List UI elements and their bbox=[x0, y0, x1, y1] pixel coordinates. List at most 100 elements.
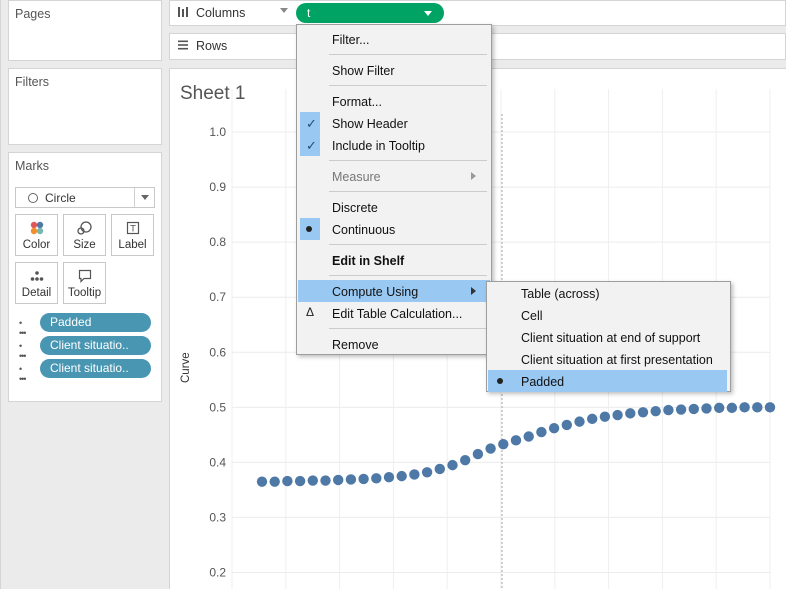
menu-item-format[interactable]: Format... bbox=[298, 90, 490, 112]
pages-title: Pages bbox=[15, 7, 51, 21]
submenu-item-cell[interactable]: Cell bbox=[488, 304, 727, 326]
menu-item-include-tooltip[interactable]: ✓ Include in Tooltip bbox=[298, 134, 490, 156]
detail-encoding-icon: • ••• bbox=[19, 341, 27, 361]
svg-text:T: T bbox=[129, 225, 136, 235]
menu-item-label: Compute Using bbox=[332, 285, 419, 299]
menu-item-measure: Measure bbox=[298, 165, 490, 187]
menu-item-show-filter[interactable]: Show Filter bbox=[298, 59, 490, 81]
data-point bbox=[523, 431, 534, 442]
menu-item-label: Discrete bbox=[332, 201, 378, 215]
submenu-item-label: Client situation at end of support bbox=[521, 331, 701, 345]
menu-item-label: Continuous bbox=[332, 223, 396, 237]
data-point bbox=[612, 409, 623, 421]
tooltip-button-label: Tooltip bbox=[67, 287, 102, 299]
columns-label: Columns bbox=[196, 6, 246, 20]
detail-encoding-icon: • ••• bbox=[19, 364, 27, 384]
menu-separator bbox=[329, 191, 487, 192]
label-button-label: Label bbox=[118, 239, 147, 251]
checkbox-checked: ✓ bbox=[300, 134, 320, 156]
label-button[interactable]: T Label bbox=[111, 214, 154, 256]
bullet-icon bbox=[497, 378, 503, 384]
columns-shelf[interactable]: Columns bbox=[169, 0, 786, 26]
menu-item-label: Edit in Shelf bbox=[332, 254, 405, 268]
menu-item-label: Edit Table Calculation... bbox=[332, 307, 463, 321]
data-point bbox=[714, 402, 725, 414]
data-point bbox=[333, 474, 344, 486]
y-tick-label: 1.0 bbox=[209, 125, 226, 139]
dropdown-separator bbox=[134, 188, 135, 207]
data-point bbox=[447, 459, 458, 471]
check-icon: ✓ bbox=[306, 138, 317, 153]
data-point bbox=[498, 439, 509, 450]
data-point bbox=[688, 403, 699, 415]
data-point bbox=[485, 443, 496, 454]
detail-button-label: Detail bbox=[21, 287, 52, 299]
color-button[interactable]: Color bbox=[15, 214, 58, 256]
compute-using-submenu: Table (across) Cell Client situation at … bbox=[486, 281, 731, 392]
menu-item-label: Show Header bbox=[332, 117, 408, 131]
menu-item-label: Show Filter bbox=[332, 64, 395, 78]
y-axis-ticks: 0.2 0.3 0.4 0.5 0.6 0.7 0.8 0.9 1.0 bbox=[209, 125, 226, 579]
field-pill-client-situation-2[interactable]: Client situatio.. bbox=[40, 359, 151, 378]
menu-item-label: Measure bbox=[332, 170, 381, 184]
y-tick-label: 0.6 bbox=[209, 345, 226, 359]
tooltip-icon bbox=[64, 268, 105, 284]
menu-item-show-header[interactable]: ✓ Show Header bbox=[298, 112, 490, 134]
submenu-item-client-end[interactable]: Client situation at end of support bbox=[488, 326, 727, 348]
submenu-item-table-across[interactable]: Table (across) bbox=[488, 282, 727, 304]
data-point bbox=[625, 408, 636, 419]
menu-separator bbox=[329, 54, 487, 55]
checkbox-checked: ✓ bbox=[300, 112, 320, 134]
submenu-item-padded[interactable]: Padded bbox=[488, 370, 727, 392]
size-button[interactable]: Size bbox=[63, 214, 106, 256]
columns-icon bbox=[177, 6, 189, 21]
menu-item-label: Filter... bbox=[332, 33, 370, 47]
data-point bbox=[269, 476, 280, 487]
menu-separator bbox=[329, 244, 487, 245]
data-point bbox=[675, 404, 687, 415]
detail-button[interactable]: Detail bbox=[15, 262, 58, 304]
tooltip-button[interactable]: Tooltip bbox=[63, 262, 106, 304]
columns-pill-label: t bbox=[307, 6, 311, 20]
data-point bbox=[701, 403, 712, 414]
menu-item-compute-using[interactable]: Compute Using bbox=[298, 280, 490, 302]
menu-item-filter[interactable]: Filter... bbox=[298, 28, 490, 50]
menu-separator bbox=[329, 275, 487, 276]
delta-icon: Δ bbox=[306, 305, 315, 319]
y-tick-label: 0.7 bbox=[209, 290, 226, 304]
menu-item-continuous[interactable]: Continuous bbox=[298, 218, 490, 240]
mark-type-dropdown[interactable]: Circle bbox=[15, 187, 155, 208]
data-point bbox=[256, 476, 268, 487]
submenu-item-client-first[interactable]: Client situation at first presentation bbox=[488, 348, 727, 370]
field-pill-label: Client situatio.. bbox=[50, 338, 129, 352]
y-tick-label: 0.3 bbox=[209, 510, 226, 524]
field-pill-padded[interactable]: Padded bbox=[40, 313, 151, 332]
data-point bbox=[536, 426, 547, 438]
menu-item-remove[interactable]: Remove bbox=[298, 333, 490, 355]
filters-title: Filters bbox=[15, 75, 50, 89]
data-point bbox=[663, 404, 674, 416]
data-point bbox=[599, 411, 611, 422]
radio-selected bbox=[300, 218, 320, 240]
bullet-icon bbox=[306, 226, 312, 232]
color-button-label: Color bbox=[22, 239, 51, 251]
y-tick-label: 0.8 bbox=[209, 235, 226, 249]
field-pill-client-situation-1[interactable]: Client situatio.. bbox=[40, 336, 151, 355]
menu-item-discrete[interactable]: Discrete bbox=[298, 196, 490, 218]
rows-label: Rows bbox=[196, 39, 228, 53]
field-pill-label: Client situatio.. bbox=[50, 361, 129, 375]
submenu-item-label: Padded bbox=[521, 375, 565, 389]
detail-icon bbox=[16, 268, 57, 284]
menu-item-edit-table-calc[interactable]: Δ Edit Table Calculation... bbox=[298, 302, 490, 324]
size-button-label: Size bbox=[73, 239, 96, 251]
menu-item-edit-in-shelf[interactable]: Edit in Shelf bbox=[298, 249, 490, 271]
columns-pill-t[interactable]: t bbox=[296, 3, 444, 23]
chevron-down-icon[interactable] bbox=[424, 11, 432, 16]
left-edge bbox=[0, 0, 1, 589]
pages-panel[interactable]: Pages bbox=[8, 0, 162, 61]
y-tick-label: 0.9 bbox=[209, 180, 226, 194]
menu-separator bbox=[329, 328, 487, 329]
filters-panel[interactable]: Filters bbox=[8, 68, 162, 145]
data-point bbox=[510, 435, 522, 446]
data-point bbox=[460, 454, 471, 466]
